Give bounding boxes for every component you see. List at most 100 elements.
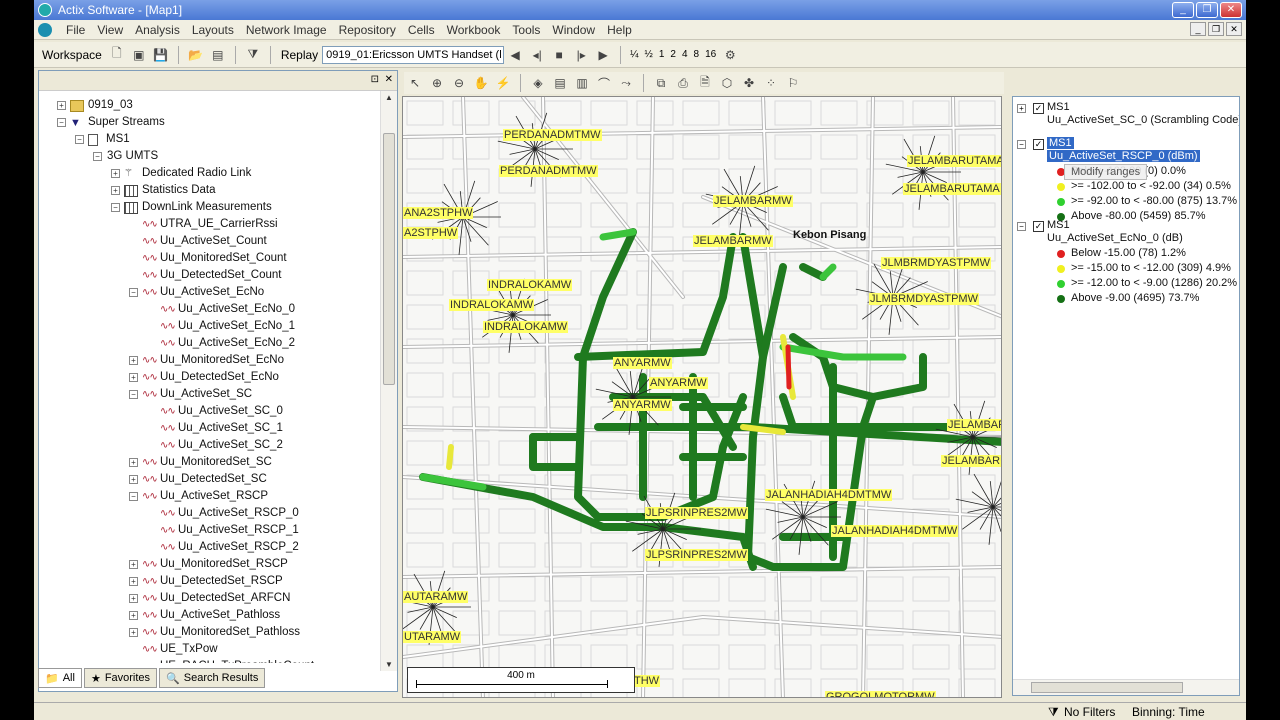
menu-tools[interactable]: Tools (506, 23, 546, 37)
site-label[interactable]: JELAMBARMW (693, 235, 773, 247)
site-label[interactable]: ANYARMW (649, 377, 708, 389)
expand-icon[interactable]: + (129, 577, 138, 586)
tree-item[interactable]: ∿∿ Uu_ActiveSet_RSCP_2 (49, 539, 369, 556)
legend-layer-title[interactable]: MS1 (1047, 101, 1070, 113)
legend-range-item[interactable]: Above -80.00 (5459) 85.7% (1071, 210, 1206, 222)
legend-scroll-thumb[interactable] (1031, 682, 1183, 693)
layer-visible-checkbox[interactable]: ✓ (1033, 103, 1044, 114)
site-label[interactable]: ANYARMW (613, 399, 672, 411)
speed-quarter[interactable]: ¼ (630, 49, 638, 60)
site-label[interactable]: JALANHADIAH4DMTMW (765, 489, 893, 501)
export-icon[interactable]: ⬡ (718, 74, 736, 92)
site-label[interactable]: JLMBRMDYASTPMW (869, 293, 979, 305)
speed-2[interactable]: 2 (670, 49, 676, 60)
mdi-restore-button[interactable]: ❐ (1208, 22, 1224, 36)
legend-layer-attribute[interactable]: Uu_ActiveSet_RSCP_0 (dBm) (1047, 150, 1200, 162)
speed-16[interactable]: 16 (705, 49, 716, 60)
expand-icon[interactable]: + (129, 611, 138, 620)
legend-range-item[interactable]: Below -15.00 (78) 1.2% (1071, 247, 1186, 259)
tree-item[interactable]: + Statistics Data (49, 182, 369, 199)
open-folder-icon[interactable]: 📂 (187, 46, 205, 64)
site-label[interactable]: AUTARAMW (403, 591, 469, 603)
tree-item[interactable]: ∿∿ Uu_ActiveSet_SC_1 (49, 420, 369, 437)
print-icon[interactable]: ⎙ (674, 74, 692, 92)
maximize-button[interactable]: ❐ (1196, 2, 1218, 18)
speed-half[interactable]: ½ (645, 49, 653, 60)
tree-item[interactable]: ∿∿ Uu_ActiveSet_SC_0 (49, 403, 369, 420)
site-label[interactable]: THW (633, 675, 661, 687)
collapse-icon[interactable]: − (1017, 140, 1026, 149)
tree-item[interactable]: ∿∿ UTRA_UE_CarrierRssi (49, 216, 369, 233)
tree-item[interactable]: − ∿∿ Uu_ActiveSet_SC (49, 386, 369, 403)
site-label[interactable]: INDRALOKAMW (449, 299, 535, 311)
properties-icon[interactable]: ▤ (209, 46, 227, 64)
menu-help[interactable]: Help (601, 23, 638, 37)
tree-item[interactable]: + ⚚ Dedicated Radio Link (49, 165, 369, 182)
sites-icon[interactable]: ✤ (740, 74, 758, 92)
legend-layer-attribute[interactable]: Uu_ActiveSet_EcNo_0 (dB) (1047, 232, 1183, 244)
layer-visible-checkbox[interactable]: ✓ (1033, 221, 1044, 232)
menu-cells[interactable]: Cells (402, 23, 441, 37)
pin-icon[interactable]: ⊡ (371, 74, 379, 85)
new-workspace-icon[interactable]: 🗋 (108, 46, 126, 64)
step-forward-icon[interactable]: |▸ (572, 46, 590, 64)
menu-network-image[interactable]: Network Image (240, 23, 333, 37)
expand-icon[interactable]: + (111, 169, 120, 178)
ruler-icon[interactable]: ⌒ (595, 74, 613, 92)
speed-8[interactable]: 8 (694, 49, 700, 60)
layer-visible-checkbox[interactable]: ✓ (1033, 139, 1044, 150)
menu-repository[interactable]: Repository (333, 23, 402, 37)
speed-1[interactable]: 1 (659, 49, 665, 60)
tree-item[interactable]: + ∿∿ Uu_MonitoredSet_EcNo (49, 352, 369, 369)
tree-item[interactable]: + ∿∿ Uu_DetectedSet_EcNo (49, 369, 369, 386)
step-backward-icon[interactable]: ◂| (528, 46, 546, 64)
panel-close-icon[interactable]: ✕ (385, 74, 393, 85)
legend-range-item[interactable]: >= -102.00 to < -92.00 (34) 0.5% (1071, 180, 1231, 192)
legend-layer-title[interactable]: MS1 (1047, 137, 1074, 149)
route-icon[interactable]: ⤳ (617, 74, 635, 92)
tree-item[interactable]: ∿∿ UE_TxPow (49, 641, 369, 658)
tree-item[interactable]: + ∿∿ Uu_DetectedSet_RSCP (49, 573, 369, 590)
collapse-icon[interactable]: − (129, 492, 138, 501)
copy-icon[interactable]: ⧉ (652, 74, 670, 92)
site-label[interactable]: PERDANADMTMW (499, 165, 598, 177)
scroll-up-icon[interactable]: ▲ (385, 93, 393, 102)
legend-horizontal-scrollbar[interactable] (1013, 679, 1239, 695)
print-preview-icon[interactable]: 🗎 (696, 74, 714, 92)
site-label[interactable]: JLMBRMDYASTPMW (881, 257, 991, 269)
collapse-icon[interactable]: − (1017, 222, 1026, 231)
select-pointer-icon[interactable]: ↖ (406, 74, 424, 92)
site-label[interactable]: INDRALOKAMW (483, 321, 569, 333)
tree-item[interactable]: + ∿∿ Uu_DetectedSet_SC (49, 471, 369, 488)
tree-vertical-scrollbar[interactable]: ▲ ▼ (380, 91, 397, 671)
site-label[interactable]: INDRALOKAMW (487, 279, 573, 291)
site-label[interactable]: UTARAMW (403, 631, 462, 643)
legend-icon[interactable]: ▥ (573, 74, 591, 92)
site-label[interactable]: JELAMBARU (941, 455, 1001, 467)
menu-analysis[interactable]: Analysis (129, 23, 186, 37)
legend-range-item[interactable]: >= -12.00 to < -9.00 (1286) 20.2% (1071, 277, 1237, 289)
tree-item[interactable]: ∿∿ Uu_ActiveSet_EcNo_2 (49, 335, 369, 352)
tab-search-results[interactable]: 🔍 Search Results (159, 668, 266, 688)
tree-item[interactable]: ∿∿UE_RACH_TxPreambleCount (49, 658, 369, 663)
collapse-icon[interactable]: − (129, 288, 138, 297)
tree-item[interactable]: + ∿∿ Uu_MonitoredSet_SC (49, 454, 369, 471)
play-backward-icon[interactable]: ◀ (506, 46, 524, 64)
tree-item[interactable]: ∿∿ Uu_ActiveSet_SC_2 (49, 437, 369, 454)
site-label[interactable]: A2STPHW (403, 227, 459, 239)
tree-item[interactable]: + ∿∿ Uu_DetectedSet_ARFCN (49, 590, 369, 607)
speed-4[interactable]: 4 (682, 49, 688, 60)
expand-icon[interactable]: + (129, 475, 138, 484)
expand-icon[interactable]: + (57, 101, 66, 110)
menu-layouts[interactable]: Layouts (186, 23, 240, 37)
collapse-icon[interactable]: − (111, 203, 120, 212)
layers-icon[interactable]: ◈ (529, 74, 547, 92)
close-button[interactable]: ✕ (1220, 2, 1242, 18)
zoom-in-icon[interactable]: ⊕ (428, 74, 446, 92)
play-forward-icon[interactable]: ▶ (594, 46, 612, 64)
expand-icon[interactable]: + (1017, 104, 1026, 113)
legend-range-item[interactable]: >= -15.00 to < -12.00 (309) 4.9% (1071, 262, 1231, 274)
expand-icon[interactable]: + (129, 458, 138, 467)
collapse-icon[interactable]: − (75, 135, 84, 144)
site-label[interactable]: PERDANADMTMW (503, 129, 602, 141)
